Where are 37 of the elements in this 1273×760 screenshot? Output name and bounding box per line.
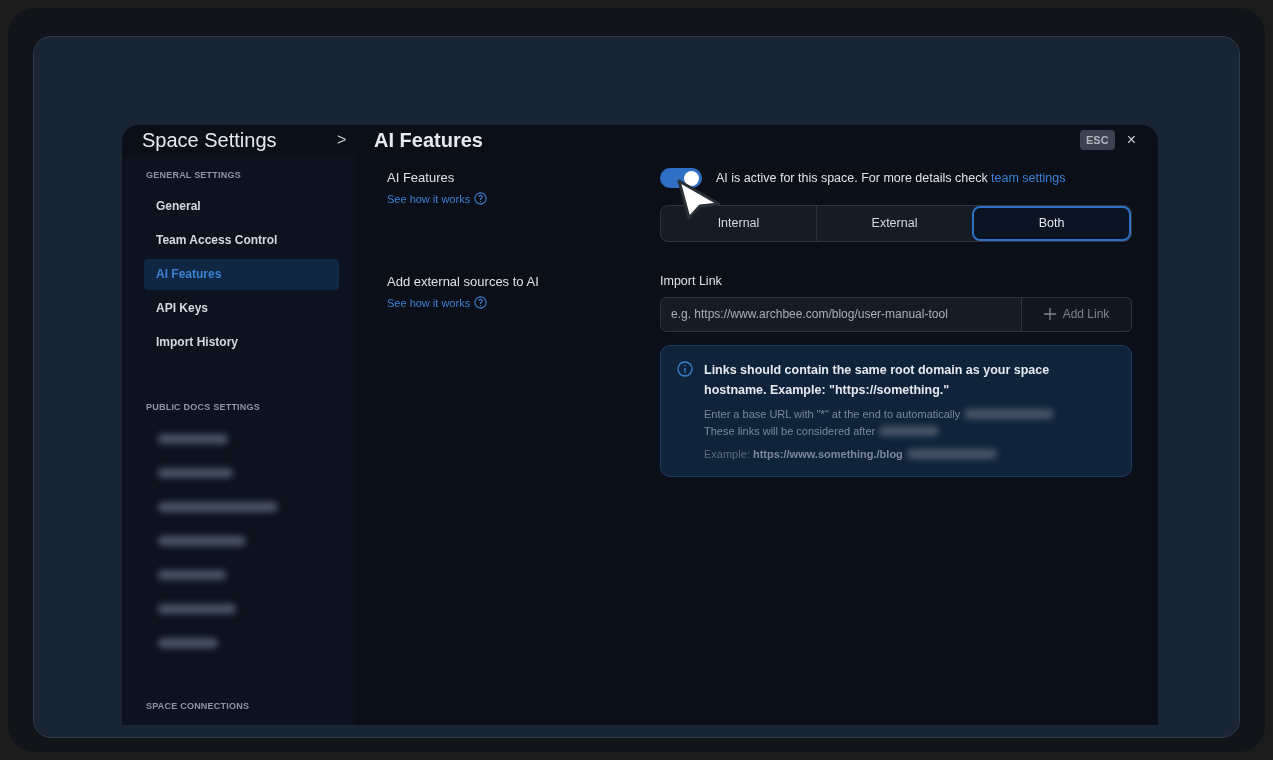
breadcrumb-separator: > [337,130,348,150]
section-heading: SPACE CONNECTIONS [146,700,251,713]
segment-option[interactable]: Both [972,206,1131,241]
ai-toggle[interactable] [660,168,702,188]
field-label: Import Link [660,273,723,290]
sidebar-item[interactable]: AI Features [144,258,339,290]
blurred-text [158,570,226,580]
sidebar-item[interactable]: API Keys [144,292,339,324]
sidebar-item[interactable]: Import History [144,326,339,358]
segment-option[interactable]: Internal [661,206,816,241]
blurred-text [158,638,218,648]
section-heading: GENERAL SETTINGS [146,169,242,182]
setting-label: AI Features [387,169,456,187]
ai-status-text: AI is active for this space. For more details check team settings [716,169,1066,187]
info-text: These links will be considered after [704,423,876,439]
add-link-button[interactable]: Add Link [1022,296,1132,332]
plus-icon [1043,308,1056,321]
section-heading: PUBLIC DOCS SETTINGS [146,400,261,414]
close-button[interactable]: × [1126,128,1136,152]
dialog-title: Space Settings [142,128,278,153]
question-icon [474,296,488,310]
question-icon [474,192,488,206]
sidebar-item[interactable]: Team Access Control [144,224,339,256]
example-text: Example: https://www.something./blog [704,446,903,462]
team-settings-link[interactable]: team settings [991,170,1066,185]
info-text: Enter a base URL with "*" at the end to automatically [704,406,961,422]
blurred-text [158,434,228,444]
sidebar-item[interactable]: General [144,190,339,222]
info-icon [677,360,693,377]
page-title: AI Features [374,128,483,153]
info-title: Links should contain the same root domain as your space hostname. Example: "https://something." [704,361,1051,399]
setting-label: Add external sources to AI [387,273,540,291]
blurred-text [879,426,940,437]
import-link-field[interactable]: e.g. https://www.archbee.com/blog/user-manual-tool [660,296,1022,332]
esc-key: ESC [1080,129,1115,151]
help-link[interactable]: See how it works [387,190,660,207]
help-link[interactable]: See how it works [387,294,660,311]
